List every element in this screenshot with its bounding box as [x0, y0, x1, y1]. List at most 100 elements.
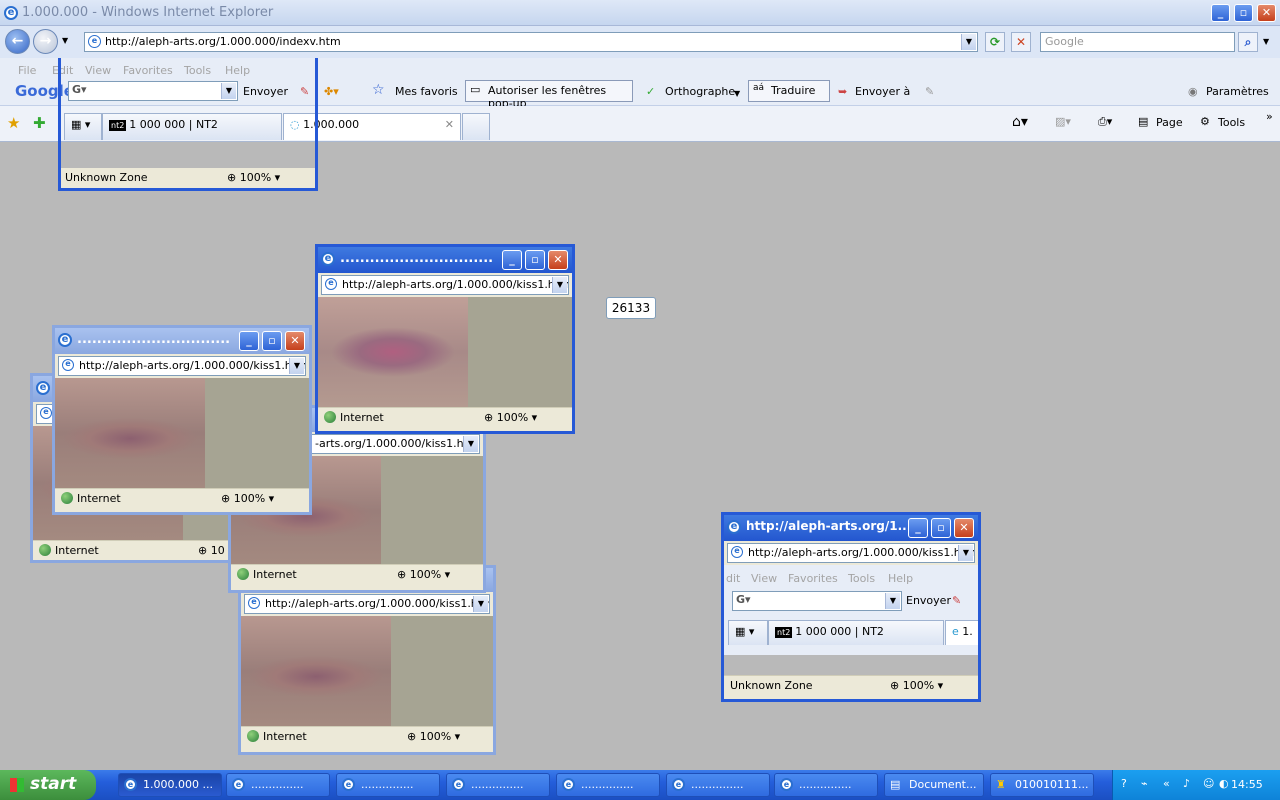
popup-allow-button[interactable]: ▭ Autoriser les fenêtres pop-up — [465, 80, 633, 110]
mes-favoris-button[interactable]: Mes favoris — [395, 85, 458, 98]
popup-minimize-button[interactable]: _ — [239, 331, 259, 351]
zoom-control[interactable]: ⊕ 100% ▾ — [397, 568, 450, 581]
help-icon[interactable]: ? — [1121, 777, 1127, 790]
search-icon[interactable]: ⌕ — [1238, 32, 1258, 52]
security-icon[interactable]: ◐ — [1219, 777, 1229, 790]
popup-url-dropdown-icon[interactable]: ▼ — [473, 596, 488, 612]
popup-url-dropdown-icon[interactable]: ▼ — [552, 277, 567, 293]
search-input[interactable]: Google — [1040, 32, 1235, 52]
home-icon[interactable]: ⌂▾ — [1012, 114, 1028, 130]
star-icon: ☆ — [372, 82, 385, 98]
popup-maximize-button[interactable]: ▫ — [525, 250, 545, 270]
users-icon[interactable]: ☺ — [1203, 777, 1214, 790]
zoom-control[interactable]: ⊕ 100% ▾ — [407, 730, 460, 743]
zoom-control[interactable]: ⊕ 100% ▾ — [221, 492, 274, 505]
spellcheck-dropdown-icon[interactable]: ▼ — [734, 89, 740, 98]
zoom-control[interactable]: ⊕ 100% ▾ — [484, 411, 537, 424]
send-to-button[interactable]: Envoyer à — [855, 85, 910, 98]
internet-globe-icon — [247, 730, 259, 742]
search-options-icon[interactable]: ▼ — [1263, 37, 1269, 46]
translate-button[interactable]: aá Traduire — [748, 80, 830, 102]
window-title: 1.000.000 - Windows Internet Explorer — [22, 5, 274, 20]
menu-tools[interactable]: Tools — [848, 572, 875, 585]
address-row: ← → ▼ e http://aleph-arts.org/1.000.000/… — [0, 26, 1280, 58]
task-item[interactable]: e............... — [226, 773, 330, 797]
popup-url-dropdown-icon[interactable]: ▼ — [289, 358, 304, 374]
popup-url: -arts.org/1.000.000/kiss1.htm — [315, 437, 479, 450]
zoom-control[interactable]: ⊕ 100% ▾ — [890, 679, 943, 692]
back-button[interactable]: ← — [5, 29, 30, 54]
right-popup-window[interactable]: e http://aleph-arts.org/1... _ ▫ ✕ e http:… — [721, 512, 981, 702]
puzzle-icon[interactable]: ✤▾ — [324, 85, 339, 98]
refresh-icon[interactable]: ⟳ — [985, 32, 1005, 52]
quick-tabs-button[interactable]: ▦ ▾ — [728, 620, 768, 645]
popup-minimize-button[interactable]: _ — [502, 250, 522, 270]
print-icon[interactable]: ⎙▾ — [1098, 115, 1112, 129]
favorites-star-icon[interactable]: ★ — [7, 114, 20, 132]
tab-close-icon[interactable]: ✕ — [445, 118, 454, 131]
tab-nt2[interactable]: nt2 1 000 000 | NT2 — [768, 620, 944, 645]
popup-status-bar: Internet ⊕ 100% ▾ — [241, 726, 493, 748]
tray-chevron-icon[interactable]: « — [1163, 777, 1170, 790]
task-item[interactable]: e............... — [556, 773, 660, 797]
popup-url-dropdown-icon[interactable]: ▼ — [463, 436, 478, 452]
add-favorite-icon[interactable]: ✚ — [33, 114, 46, 132]
zoom-control[interactable]: ⊕ 10 — [198, 544, 225, 557]
history-dropdown-icon[interactable]: ▼ — [62, 36, 68, 45]
popup-maximize-button[interactable]: ▫ — [262, 331, 282, 351]
forward-button[interactable]: → — [33, 29, 58, 54]
task-label: ............... — [251, 778, 304, 791]
tools-menu-button[interactable]: Tools — [1218, 116, 1245, 129]
start-button[interactable]: start — [0, 770, 96, 800]
tab-current[interactable]: e 1. — [945, 620, 978, 645]
new-tab-button[interactable] — [462, 113, 490, 140]
translate-icon: aá — [753, 83, 765, 93]
task-item[interactable]: e............... — [666, 773, 770, 797]
pencil-icon[interactable]: ✎ — [925, 85, 934, 98]
stop-icon[interactable]: ✕ — [1011, 32, 1031, 52]
popup-window-active[interactable]: e............................... _ ▫ ✕ e… — [315, 244, 575, 434]
popup-window[interactable]: e http://aleph-arts.org/1.000.000/kiss1.h… — [238, 565, 496, 755]
page-menu-button[interactable]: Page — [1156, 116, 1183, 129]
highlight-icon[interactable]: ✎ — [952, 594, 961, 607]
task-item[interactable]: ♜ 010010111... — [990, 773, 1094, 797]
internet-globe-icon — [237, 568, 249, 580]
menu-help[interactable]: Help — [888, 572, 913, 585]
task-item[interactable]: e............... — [336, 773, 440, 797]
settings-button[interactable]: Paramètres — [1206, 85, 1269, 98]
popup-url-dropdown-icon[interactable]: ▼ — [958, 545, 973, 561]
popup-minimize-button[interactable]: _ — [908, 518, 928, 538]
address-dropdown-icon[interactable]: ▼ — [961, 34, 976, 50]
menu-file[interactable]: File — [18, 64, 36, 77]
network-icon[interactable]: ⌁ — [1141, 777, 1148, 790]
speaker-icon[interactable]: ♪ — [1183, 777, 1190, 790]
document-icon: ▤ — [890, 778, 901, 791]
task-item[interactable]: e............... — [446, 773, 550, 797]
minimize-button[interactable]: _ — [1211, 4, 1230, 22]
spellcheck-button[interactable]: Orthographe — [665, 85, 735, 98]
google-search-dropdown-icon[interactable]: ▼ — [885, 593, 900, 609]
feeds-icon[interactable]: ▨▾ — [1055, 115, 1071, 128]
popup-icon: ▭ — [470, 83, 481, 96]
task-label: ............... — [361, 778, 414, 791]
overlay-zoom[interactable]: ⊕ 100% ▾ — [227, 171, 280, 184]
chevron-icon[interactable]: » — [1266, 110, 1273, 123]
popup-window[interactable]: e............................... _ ▫ ✕ e… — [52, 325, 312, 515]
popup-close-button[interactable]: ✕ — [548, 250, 568, 270]
menu-edit[interactable]: dit — [726, 572, 740, 585]
menu-favorites[interactable]: Favorites — [788, 572, 838, 585]
task-item[interactable]: e 1.000.000 ... — [118, 773, 222, 797]
maximize-button[interactable]: ▫ — [1234, 4, 1253, 22]
task-item[interactable]: e............... — [774, 773, 878, 797]
overlay-zoom-value: 100% — [239, 171, 272, 184]
google-send-button[interactable]: Envoyer — [906, 594, 951, 607]
close-button[interactable]: ✕ — [1257, 4, 1276, 22]
task-item[interactable]: ▤ Document... — [884, 773, 984, 797]
popup-maximize-button[interactable]: ▫ — [931, 518, 951, 538]
page-icon: e — [325, 278, 337, 290]
google-search-input[interactable]: G▾ ▼ — [732, 591, 902, 611]
popup-close-button[interactable]: ✕ — [285, 331, 305, 351]
popup-close-button[interactable]: ✕ — [954, 518, 974, 538]
address-bar[interactable]: e http://aleph-arts.org/1.000.000/indexv… — [84, 32, 978, 52]
menu-view[interactable]: View — [751, 572, 777, 585]
